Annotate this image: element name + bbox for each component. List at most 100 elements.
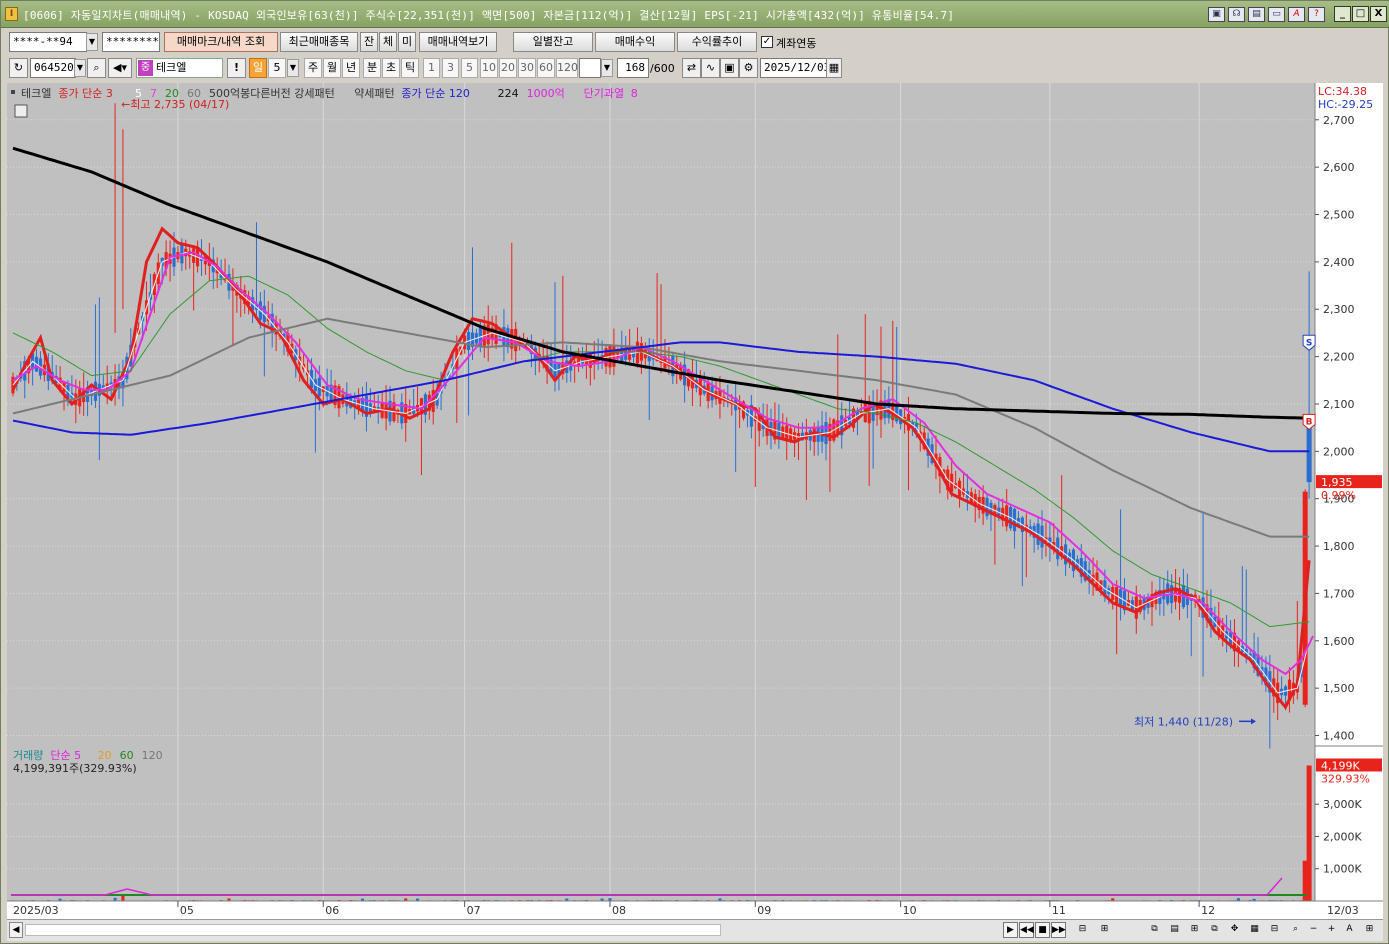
bar-count-field[interactable]: 168	[617, 58, 649, 78]
executed-button[interactable]: 체	[379, 32, 397, 52]
grid-icon[interactable]: ▦	[1247, 922, 1262, 938]
daily-balance-button[interactable]: 일별잔고	[513, 32, 593, 52]
interval-1-button[interactable]: 1	[423, 58, 440, 78]
price-legend-item: 종가 단순 120	[401, 87, 469, 100]
period-minute-button[interactable]: 분	[363, 58, 381, 78]
scroll-left-icon[interactable]: ◀	[9, 922, 23, 938]
account-link-label: 계좌연동	[776, 37, 817, 50]
date-label: 11	[1052, 904, 1066, 917]
price-tick-label: 2,700	[1323, 114, 1355, 127]
return-trend-button[interactable]: 수익률추이	[677, 32, 757, 52]
window-icon[interactable]: ▣	[1208, 7, 1225, 22]
price-tick-label: 2,000	[1323, 445, 1355, 458]
layout-icon[interactable]: ▤	[1167, 922, 1182, 938]
minus-zoom-icon[interactable]: ⊟	[1075, 922, 1090, 938]
date-label: 09	[757, 904, 771, 917]
interval-10-button[interactable]: 10	[480, 58, 498, 78]
interval-120-button[interactable]: 120	[556, 58, 578, 78]
save-icon[interactable]: ▣	[720, 58, 739, 78]
period-day-button[interactable]: 일	[249, 58, 267, 78]
balance-button[interactable]: 잔	[360, 32, 378, 52]
rewind-icon[interactable]: ◀◀	[1019, 922, 1034, 938]
ruler-icon[interactable]: ⊟	[1267, 922, 1282, 938]
interval-60-button[interactable]: 60	[537, 58, 555, 78]
clone-icon[interactable]: ⧉	[1207, 922, 1222, 938]
lc-label: LC:34.38	[1318, 85, 1367, 98]
scroll-right-icon[interactable]: ▶	[1003, 922, 1018, 938]
custom-interval-field[interactable]	[579, 58, 601, 78]
help-icon[interactable]: ?	[1308, 7, 1325, 22]
calendar-icon[interactable]: ▦	[826, 58, 842, 78]
stock-code-dropdown-icon[interactable]: ▼	[74, 59, 86, 77]
period-dropdown-icon[interactable]: ▼	[287, 59, 299, 77]
sell-signal-label: S	[1306, 338, 1312, 348]
volume-bar	[1306, 765, 1312, 901]
stop-icon[interactable]: ■	[1035, 922, 1050, 938]
price-tick-label: 1,800	[1323, 540, 1355, 553]
password-field[interactable]: *********	[102, 32, 160, 52]
date-axis	[7, 901, 1383, 919]
indicator-icon[interactable]: ∿	[701, 58, 720, 78]
fit-icon[interactable]: ⊞	[1362, 922, 1377, 938]
search-icon[interactable]: ⌕	[87, 58, 106, 78]
period-multiplier-field[interactable]: 5	[268, 58, 286, 78]
interval-5-button[interactable]: 5	[461, 58, 478, 78]
maximize-button[interactable]: □	[1352, 6, 1369, 22]
date-label: 07	[467, 904, 481, 917]
max-price-annotation: ←최고 2,735 (04/17)	[121, 98, 229, 111]
price-tick-label: 1,400	[1323, 730, 1355, 743]
font-size-icon[interactable]: A	[1342, 922, 1357, 938]
interval-30-button[interactable]: 30	[518, 58, 536, 78]
crosshair-icon[interactable]: ✥	[1227, 922, 1242, 938]
price-tick-label: 1,600	[1323, 635, 1355, 648]
period-week-button[interactable]: 주	[304, 58, 322, 78]
interval-20-button[interactable]: 20	[499, 58, 517, 78]
app-window: I [0606] 자동일지차트(매매내역) - KOSDAQ 외국인보유[63(…	[0, 0, 1389, 944]
account-link-checkbox[interactable]: ✓	[761, 36, 773, 48]
stock-name-box[interactable]: 중 테크엘	[136, 58, 223, 78]
price-legend-item: 단기과열	[584, 87, 624, 100]
speaker-icon[interactable]: ◀▾	[108, 58, 132, 78]
link-icon[interactable]: ☊	[1228, 7, 1245, 22]
hc-label: HC:-29.25	[1318, 98, 1373, 111]
refresh-icon[interactable]: ↻	[9, 58, 28, 78]
date-field[interactable]: 2025/12/03	[760, 58, 828, 78]
close-button[interactable]: X	[1370, 6, 1387, 22]
monitor-icon[interactable]: ▭	[1268, 7, 1285, 22]
tile-icon[interactable]: ⊞	[1187, 922, 1202, 938]
a-icon[interactable]: A	[1288, 7, 1305, 22]
alert-icon[interactable]: !	[227, 58, 246, 78]
unfilled-button[interactable]: 미	[398, 32, 416, 52]
date-label: 06	[325, 904, 339, 917]
price-tick-label: 2,100	[1323, 398, 1355, 411]
chart-icon[interactable]: ▤	[1248, 7, 1265, 22]
trade-profit-button[interactable]: 매매수익	[595, 32, 675, 52]
price-legend-item: 1000억	[527, 87, 565, 100]
account-field[interactable]: ****-**94	[9, 32, 87, 52]
zoom-out-icon[interactable]: −	[1306, 922, 1321, 938]
period-year-button[interactable]: 년	[342, 58, 360, 78]
fast-forward-icon[interactable]: ▶▶	[1051, 922, 1066, 938]
period-month-button[interactable]: 월	[323, 58, 341, 78]
minimize-button[interactable]: _	[1334, 6, 1351, 22]
period-tick-button[interactable]: 틱	[401, 58, 419, 78]
volume-pane	[7, 747, 1315, 901]
interval-3-button[interactable]: 3	[442, 58, 459, 78]
plus-zoom-icon[interactable]: ⊞	[1097, 922, 1112, 938]
view-trades-button[interactable]: 매매내역보기	[419, 32, 497, 52]
settings-icon[interactable]: ⚙	[739, 58, 758, 78]
bar-count-total: /600	[650, 62, 675, 75]
recent-trade-stocks-button[interactable]: 최근매매종목	[280, 32, 358, 52]
magnifier-icon[interactable]: ⌕	[1288, 922, 1303, 938]
trade-mark-query-button[interactable]: 매매마크/내역 조회	[164, 32, 278, 52]
stock-chart[interactable]: 2,700 2,600 2,500 2,400 2,300 2,200 2,100 2,000…	[7, 83, 1383, 919]
account-dropdown-icon[interactable]: ▼	[86, 33, 98, 51]
tool-icon[interactable]: ⇄	[682, 58, 701, 78]
chart-scrollbar[interactable]: ◀ ▶ ◀◀ ■ ▶▶ ⊟ ⊞ ⧉ ▤ ⊞ ⧉ ✥ ▦ ⊟ ⌕ − + A ⊞	[7, 919, 1383, 941]
window-split-icon[interactable]: ⧉	[1147, 922, 1162, 938]
zoom-in-icon[interactable]: +	[1324, 922, 1339, 938]
scroll-track[interactable]	[25, 924, 721, 936]
period-second-button[interactable]: 초	[382, 58, 400, 78]
custom-interval-dropdown-icon[interactable]: ▼	[601, 59, 613, 77]
stock-code-field[interactable]: 064520	[30, 58, 76, 78]
